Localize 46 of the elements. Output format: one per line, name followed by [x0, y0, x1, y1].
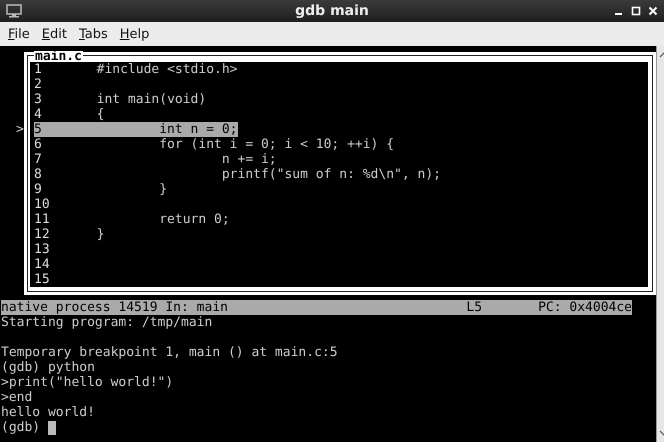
code-line: #include <stdio.h>	[96, 62, 238, 77]
code-line: for (int i = 0; i < 10; ++i) {	[158, 137, 394, 152]
menu-item[interactable]: Edit	[36, 24, 73, 44]
line-indicator: L5	[466, 300, 482, 315]
console-output: >end	[1, 390, 32, 405]
process-info: native process 14519 In: main	[1, 300, 228, 315]
line-number: 13	[34, 242, 50, 257]
menu-item[interactable]: Help	[114, 24, 156, 44]
line-number: 2	[34, 77, 42, 92]
console-output: (gdb) python	[1, 360, 95, 375]
source-window-title: main.c	[34, 51, 83, 62]
line-number: 4	[34, 107, 42, 122]
menu-item[interactable]: File	[2, 24, 36, 44]
code-line: int n = 0;	[158, 122, 238, 137]
code-line: }	[158, 182, 168, 197]
window-title: gdb main	[295, 3, 369, 19]
line-number: 9	[34, 182, 42, 197]
line-number: 1	[34, 62, 42, 77]
close-icon[interactable]	[648, 6, 658, 16]
current-line-marker: >	[16, 122, 24, 137]
line-number: 11	[34, 212, 50, 227]
program-counter: PC: 0x4004ce	[538, 300, 632, 315]
line-number: 12	[34, 227, 50, 242]
gdb-prompt: (gdb)	[1, 420, 40, 435]
monitor-icon	[6, 4, 22, 18]
code-line: printf("sum of n: %d\n", n);	[220, 167, 441, 182]
line-number: 14	[34, 257, 50, 272]
code-line: n += i;	[220, 152, 277, 167]
code-line: {	[96, 107, 104, 122]
line-number: 3	[34, 92, 42, 107]
console-output: Temporary breakpoint 1, main () at main.c:5	[1, 345, 338, 360]
line-number: 15	[34, 272, 50, 287]
console-output: >print("hello world!")	[1, 375, 174, 390]
text-cursor	[48, 420, 56, 434]
code-line: return 0;	[158, 212, 230, 227]
line-number: 8	[34, 167, 42, 182]
maximize-icon[interactable]	[631, 6, 641, 16]
menu-item[interactable]: Tabs	[72, 24, 114, 44]
line-number: 7	[34, 152, 42, 167]
console-output: hello world!	[1, 405, 95, 420]
code-line: }	[96, 227, 104, 242]
console-output: Starting program: /tmp/main	[1, 315, 212, 330]
line-number: 10	[34, 197, 50, 212]
line-number: 5	[34, 122, 42, 137]
line-number: 6	[34, 137, 42, 152]
code-line: int main(void)	[96, 92, 206, 107]
